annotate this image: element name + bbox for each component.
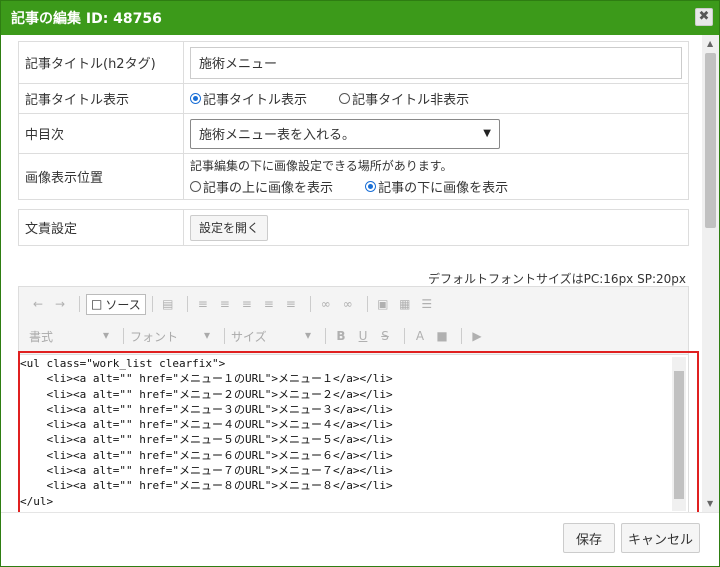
code-scrollbar[interactable] [672, 357, 686, 511]
close-icon: ✖ [698, 9, 710, 24]
font-size-hint: デフォルトフォントサイズはPC:16px SP:20px [428, 272, 686, 286]
underline-icon[interactable]: U [354, 329, 372, 343]
dialog-content: 記事タイトル(h2タグ) 施術メニュー 記事タイトル表示 記事タイトル表示 記事… [1, 35, 701, 512]
toc-row: 中目次 施術メニュー表を入れる。 ▼ [18, 113, 689, 154]
undo-icon[interactable]: ← [29, 297, 47, 311]
dialog-titlebar: 記事の編集 ID: 48756 ✖ [1, 1, 719, 35]
strikethrough-icon[interactable]: S [376, 329, 394, 343]
font-combo[interactable]: フォント ▾ [130, 328, 210, 345]
bg-color-icon[interactable]: ■ [433, 329, 451, 343]
dialog-scrollbar[interactable]: ▲ ▼ [702, 35, 719, 512]
radio-selected-icon [190, 93, 201, 104]
open-settings-button[interactable]: 設定を開く [190, 214, 269, 241]
source-button[interactable]: □ ソース [86, 293, 146, 315]
format-combo[interactable]: 書式 ▾ [29, 328, 109, 345]
link-icon[interactable]: ∞ [317, 297, 335, 311]
table-icon[interactable]: ▦ [396, 297, 414, 311]
dropdown-icon: ▾ [203, 327, 210, 342]
dropdown-icon: ▾ [102, 327, 109, 342]
dialog-title: 記事の編集 ID: 48756 [11, 11, 162, 27]
chevron-down-icon: ▼ [483, 128, 491, 139]
text-color-icon[interactable]: A [411, 329, 429, 343]
dropdown-icon: ▾ [304, 327, 311, 342]
indent-icon[interactable]: ≡ [194, 297, 212, 311]
radio-icon [339, 93, 351, 104]
close-button[interactable]: ✖ [695, 8, 713, 26]
toc-label: 中目次 [18, 113, 184, 154]
redo-icon[interactable]: → [51, 297, 69, 311]
image-icon[interactable]: ▣ [374, 297, 392, 311]
image-position-note: 記事編集の下に画像設定できる場所があります。 [190, 159, 453, 173]
rich-text-editor: ← → □ ソース ▤ ≡ ≡ ≡ ≡ ≡ ∞ ∞ ▣ ▦ ☰ 書式 ▾ フォン… [18, 286, 689, 512]
radio-image-above[interactable]: 記事の上に画像を表示 [190, 177, 333, 196]
source-code-text[interactable]: <ul class="work_list clearfix"> <li><a a… [19, 355, 688, 512]
horizontal-rule-icon[interactable]: ☰ [418, 297, 436, 311]
source-icon: □ [91, 297, 103, 311]
title-input[interactable]: 施術メニュー [190, 46, 682, 79]
scrollbar-thumb[interactable] [705, 53, 716, 228]
align-center-icon[interactable]: ≡ [238, 297, 256, 311]
liability-row: 文責設定 設定を開く [18, 209, 689, 246]
radio-hide-title[interactable]: 記事タイトル非表示 [339, 89, 469, 108]
radio-image-below[interactable]: 記事の下に画像を表示 [365, 177, 508, 196]
align-left-icon[interactable]: ≡ [216, 297, 234, 311]
scroll-down-icon[interactable]: ▼ [707, 499, 713, 508]
unlink-icon[interactable]: ∞ [339, 297, 357, 311]
dialog-footer: 保存 キャンセル [1, 512, 719, 566]
editor-toolbar: ← → □ ソース ▤ ≡ ≡ ≡ ≡ ≡ ∞ ∞ ▣ ▦ ☰ 書式 ▾ フォン… [19, 287, 688, 355]
size-combo[interactable]: サイズ ▾ [231, 328, 311, 345]
image-position-label: 画像表示位置 [18, 153, 184, 200]
radio-selected-icon [365, 181, 377, 192]
cancel-button[interactable]: キャンセル [621, 523, 700, 553]
toc-select[interactable]: 施術メニュー表を入れる。 ▼ [190, 118, 500, 149]
video-icon[interactable]: ▶ [468, 329, 486, 343]
save-button[interactable]: 保存 [563, 523, 615, 553]
liability-label: 文責設定 [18, 209, 184, 246]
title-row: 記事タイトル(h2タグ) 施術メニュー [18, 41, 689, 84]
title-label: 記事タイトル(h2タグ) [18, 41, 184, 84]
align-right-icon[interactable]: ≡ [260, 297, 278, 311]
paste-icon[interactable]: ▤ [159, 297, 177, 311]
radio-show-title[interactable]: 記事タイトル表示 [190, 89, 307, 108]
image-position-row: 画像表示位置 記事編集の下に画像設定できる場所があります。 記事の上に画像を表示… [18, 153, 689, 200]
source-code-area[interactable]: <ul class="work_list clearfix"> <li><a a… [19, 355, 688, 512]
radio-icon [190, 181, 201, 192]
scroll-up-icon[interactable]: ▲ [707, 39, 713, 48]
edit-dialog: 記事の編集 ID: 48756 ✖ 記事タイトル(h2タグ) 施術メニュー 記事… [0, 0, 720, 567]
bold-icon[interactable]: B [332, 329, 350, 343]
justify-icon[interactable]: ≡ [282, 297, 300, 311]
title-display-row: 記事タイトル表示 記事タイトル表示 記事タイトル非表示 [18, 83, 689, 114]
article-settings-table: 記事タイトル(h2タグ) 施術メニュー 記事タイトル表示 記事タイトル表示 記事… [18, 41, 689, 246]
title-display-label: 記事タイトル表示 [18, 83, 184, 114]
